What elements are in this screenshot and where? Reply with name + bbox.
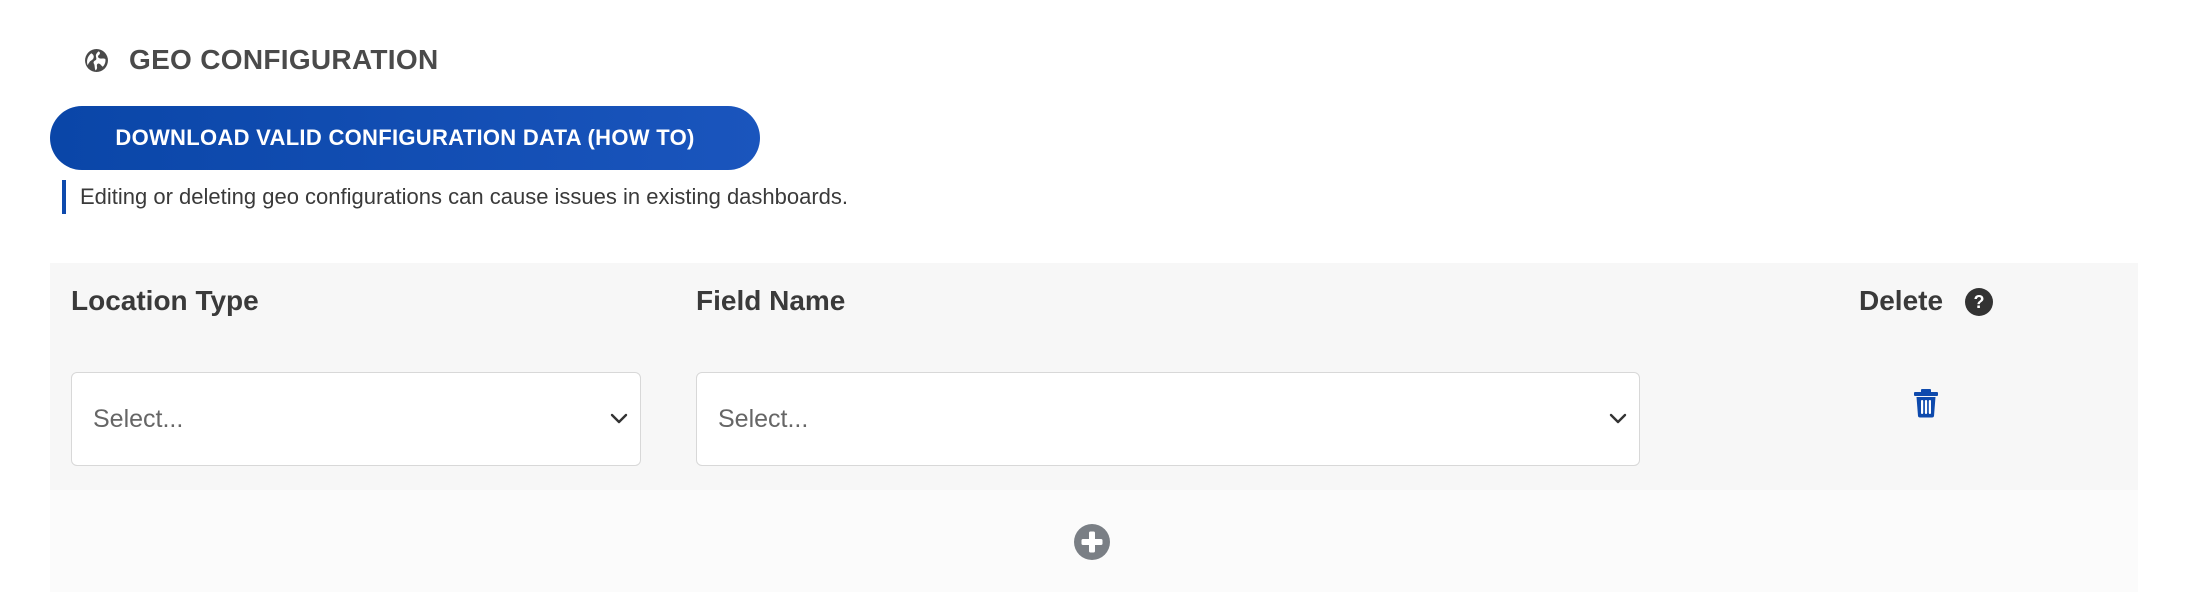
section-title: GEO CONFIGURATION [129, 44, 439, 75]
help-icon[interactable]: ? [1965, 288, 1993, 316]
notice-text: Editing or deleting geo configurations c… [80, 184, 849, 209]
chevron-down-icon [1609, 413, 1627, 424]
column-header-location-type: Location Type [71, 285, 259, 316]
download-configuration-button[interactable]: DOWNLOAD VALID CONFIGURATION DATA (HOW T… [50, 106, 760, 170]
location-type-select[interactable]: Select... [71, 372, 641, 466]
trash-icon[interactable] [1912, 388, 1940, 418]
column-header-field-name: Field Name [696, 285, 846, 316]
plus-circle-icon[interactable] [1073, 523, 1111, 561]
location-type-placeholder: Select... [93, 404, 184, 433]
field-name-select[interactable]: Select... [696, 372, 1640, 466]
geo-configuration-page: GEO CONFIGURATION DOWNLOAD VALID CONFIGU… [0, 0, 2188, 602]
chevron-down-icon [610, 413, 628, 424]
globe-icon [85, 48, 108, 72]
column-header-delete: Delete [1859, 285, 1944, 316]
field-name-placeholder: Select... [718, 404, 809, 433]
section-header: GEO CONFIGURATION [84, 40, 438, 80]
warning-notice: Editing or deleting geo configurations c… [62, 180, 848, 214]
